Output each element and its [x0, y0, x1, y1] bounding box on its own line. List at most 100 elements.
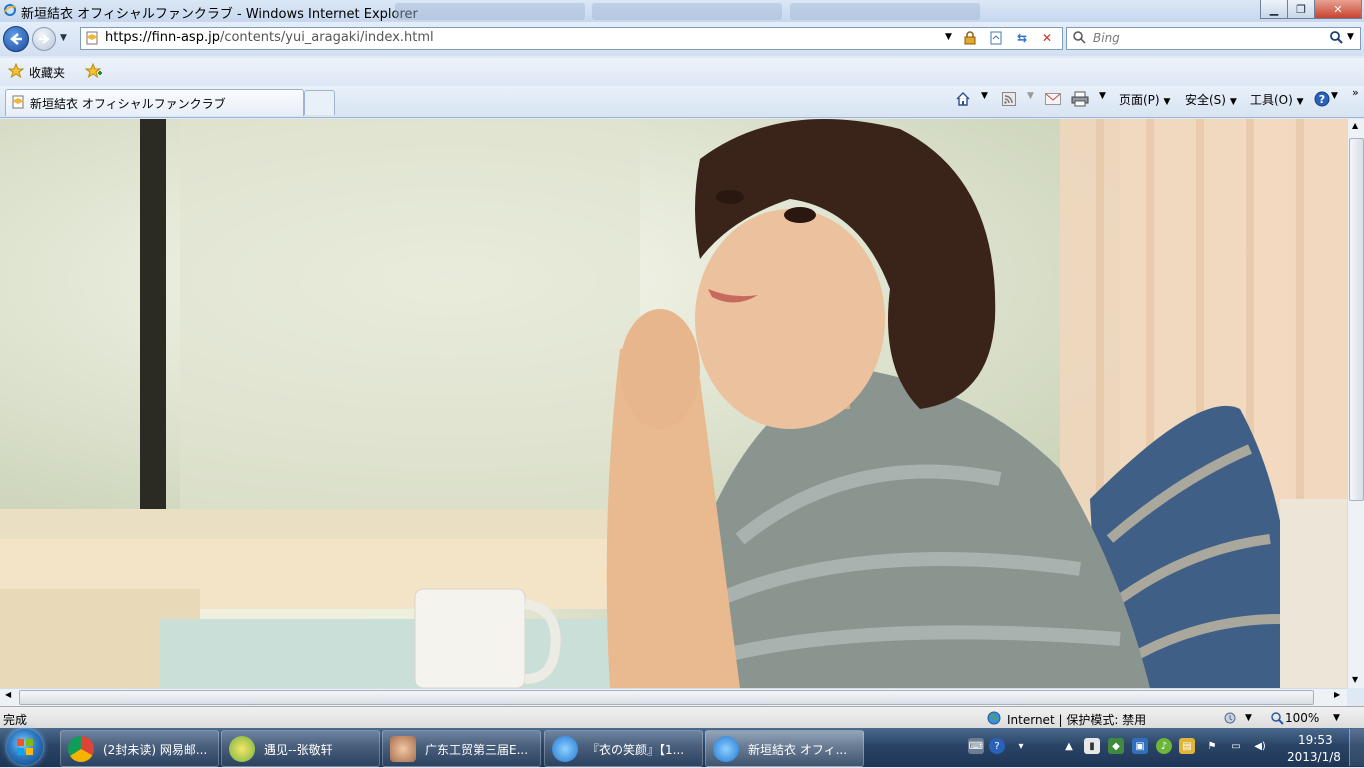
mail-icon[interactable] [1044, 90, 1062, 108]
lock-icon[interactable] [962, 30, 978, 46]
start-button[interactable] [7, 729, 43, 765]
url-host: https://finn-asp.jp [105, 30, 220, 45]
ie-logo-icon [3, 4, 17, 16]
help-dropdown[interactable]: ▼ [1331, 91, 1338, 101]
safety-menu-label: 安全(S) [1185, 93, 1226, 107]
zoom-level[interactable]: 100% [1285, 711, 1319, 725]
url-text[interactable]: https://finn-asp.jp/contents/yui_aragaki… [105, 30, 434, 45]
arrow-left-icon [10, 33, 22, 45]
address-field[interactable]: https://finn-asp.jp/contents/yui_aragaki… [80, 27, 1063, 50]
popup-blocker-dropdown[interactable]: ▼ [1245, 713, 1252, 723]
tools-menu-label: 工具(O) [1250, 93, 1293, 107]
web-content-photo[interactable] [0, 119, 1347, 688]
ie-icon [552, 736, 578, 762]
close-button[interactable]: ✕ [1314, 0, 1362, 19]
scroll-right-arrow-icon[interactable]: ▶ [1334, 690, 1340, 699]
zoom-dropdown[interactable]: ▼ [1333, 713, 1340, 723]
page-menu[interactable]: 页面(P) ▼ [1119, 91, 1170, 108]
favorites-button[interactable]: 收藏夹 [29, 64, 65, 81]
search-field[interactable]: Bing ▼ [1066, 27, 1361, 50]
favorites-bar [0, 58, 1364, 86]
page-icon [84, 30, 100, 46]
compatibility-icon[interactable] [988, 30, 1004, 46]
scroll-left-arrow-icon[interactable]: ◀ [5, 690, 11, 699]
taskbar-item-label: 『衣の笑颜』【1... [587, 743, 685, 757]
home-dropdown[interactable]: ▼ [981, 91, 988, 101]
background-window-tab [395, 3, 585, 20]
chat-icon [390, 736, 416, 762]
vertical-scroll-thumb[interactable] [1349, 138, 1364, 501]
music-player-icon [229, 736, 255, 762]
tab-active[interactable]: 新垣結衣 オフィシャルファンクラブ [5, 89, 304, 116]
back-button[interactable] [3, 26, 29, 52]
page-icon [11, 95, 25, 112]
background-window-tab [592, 3, 782, 20]
show-hidden-icons-icon[interactable]: ▲ [1061, 738, 1077, 754]
taskbar-item-ie-2[interactable]: 新垣結衣 オフィ... [705, 730, 864, 767]
scroll-down-arrow-icon[interactable]: ▼ [1352, 675, 1358, 684]
more-commands-chevron-icon[interactable]: » [1352, 86, 1359, 99]
network-guard-icon[interactable]: ▣ [1132, 738, 1148, 754]
forward-button[interactable] [32, 27, 56, 51]
home-icon[interactable] [954, 90, 972, 108]
print-icon[interactable] [1071, 90, 1089, 108]
zoom-icon[interactable] [1270, 711, 1284, 728]
chrome-icon [68, 736, 94, 762]
arrow-right-icon [39, 34, 50, 44]
scroll-up-arrow-icon[interactable]: ▲ [1352, 121, 1358, 130]
taskbar-item-label: 新垣結衣 オフィ... [748, 743, 848, 757]
address-dropdown-button[interactable]: ▼ [945, 32, 952, 42]
help-icon[interactable]: ? [989, 738, 1005, 754]
photo-illustration [0, 119, 1347, 688]
feeds-icon[interactable] [1000, 90, 1018, 108]
taskbar-item-ie-1[interactable]: 『衣の笑颜』【1... [544, 730, 703, 767]
taskbar-item-label: 广东工贸第三届E... [425, 743, 529, 757]
search-provider-icon [1072, 30, 1086, 47]
music-tray-icon[interactable]: ♪ [1156, 738, 1172, 754]
network-icon[interactable]: ▭ [1228, 738, 1244, 754]
status-bar [0, 706, 1364, 729]
language-options-icon[interactable]: ▾ [1013, 738, 1029, 754]
maximize-button[interactable]: ❐ [1287, 0, 1315, 19]
page-menu-label: 页面(P) [1119, 93, 1160, 107]
security-shield-icon[interactable]: ◆ [1108, 738, 1124, 754]
url-path: /contents/yui_aragaki/index.html [219, 30, 434, 45]
ie-icon [713, 736, 739, 762]
usb-icon[interactable]: ▮ [1084, 738, 1100, 754]
clock-time[interactable]: 19:53 [1298, 733, 1333, 747]
new-tab-button[interactable] [304, 90, 335, 115]
refresh-icon[interactable]: ⇆ [1014, 30, 1030, 46]
security-zone-text[interactable]: Internet | 保护模式: 禁用 [1007, 711, 1146, 728]
taskbar-item-label: (2封未读) 网易邮... [103, 743, 208, 757]
volume-icon[interactable]: ◀) [1252, 738, 1268, 754]
action-center-flag-icon[interactable]: ⚑ [1204, 738, 1220, 754]
show-desktop-button[interactable] [1349, 729, 1364, 766]
tab-label: 新垣結衣 オフィシャルファンクラブ [30, 97, 226, 111]
favorites-star-icon[interactable] [7, 62, 25, 82]
safety-menu[interactable]: 安全(S) ▼ [1185, 91, 1237, 108]
minimize-button[interactable]: ▁ [1260, 0, 1288, 19]
clock-date[interactable]: 2013/1/8 [1287, 750, 1341, 764]
recent-pages-dropdown[interactable]: ▼ [60, 33, 67, 43]
popup-blocker-icon[interactable] [1222, 711, 1238, 728]
stop-icon[interactable]: ✕ [1039, 30, 1055, 46]
search-options-dropdown[interactable]: ▼ [1347, 32, 1354, 42]
status-text: 完成 [3, 713, 28, 727]
search-placeholder: Bing [1093, 31, 1120, 45]
print-dropdown[interactable]: ▼ [1099, 91, 1106, 101]
svg-text:?: ? [1319, 93, 1325, 106]
add-to-favorites-bar-icon[interactable] [84, 62, 103, 82]
feeds-dropdown[interactable]: ▼ [1027, 91, 1034, 101]
horizontal-scroll-thumb[interactable] [19, 690, 1314, 705]
help-icon[interactable]: ? [1313, 90, 1331, 108]
search-icon[interactable] [1329, 30, 1343, 47]
taskbar-item-label: 遇见--张敬轩 [264, 743, 333, 757]
background-window-tab [790, 3, 980, 20]
keyboard-icon[interactable]: ⌨ [968, 738, 984, 754]
internet-zone-icon [987, 711, 1001, 728]
taskbar-item-music[interactable]: 遇见--张敬轩 [221, 730, 380, 767]
tools-menu[interactable]: 工具(O) ▼ [1250, 91, 1304, 108]
taskbar-item-chat[interactable]: 广东工贸第三届E... [382, 730, 541, 767]
taskbar-item-mail[interactable]: (2封未读) 网易邮... [60, 730, 219, 767]
app-tray-icon[interactable]: ▤ [1179, 738, 1195, 754]
